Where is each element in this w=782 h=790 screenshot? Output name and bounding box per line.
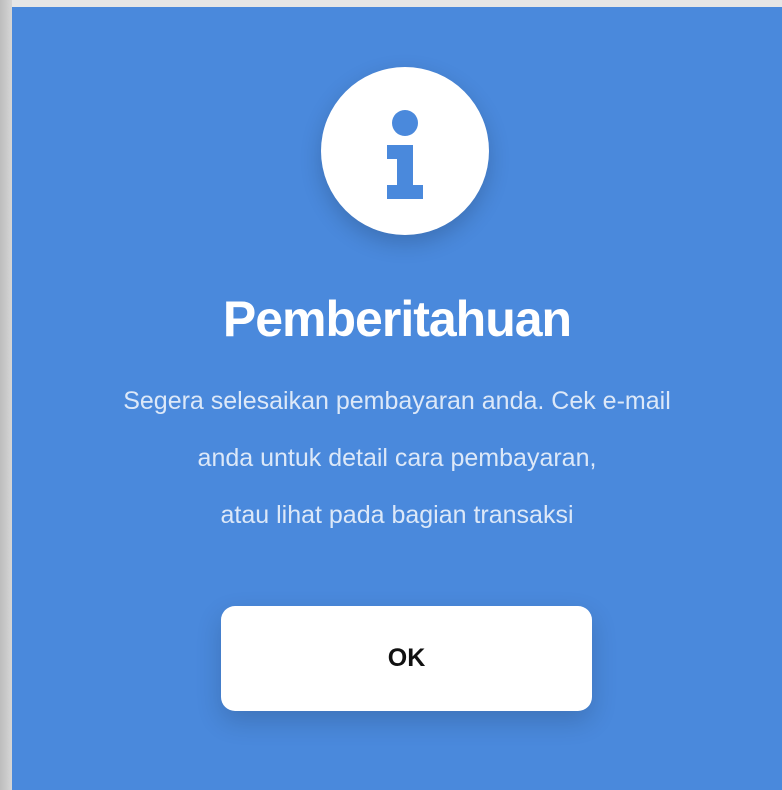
message-line: Segera selesaikan pembayaran anda. Cek e… [123, 387, 671, 415]
message-line: atau lihat pada bagian transaksi [220, 501, 574, 529]
info-icon-glyph [387, 110, 423, 199]
dialog-title: Pemberitahuan [222, 291, 572, 347]
ok-button-label: OK [387, 644, 426, 672]
message-line: anda untuk detail cara pembayaran, [197, 444, 597, 472]
frame-left-edge [0, 0, 12, 790]
ok-button[interactable]: OK [221, 606, 592, 711]
window-frame: Pemberitahuan Segera selesaikan pembayar… [0, 0, 782, 790]
frame-top-edge [0, 0, 782, 7]
dialog-message: Segera selesaikan pembayaran anda. Cek e… [12, 373, 782, 544]
info-icon [321, 67, 489, 235]
notification-dialog: Pemberitahuan Segera selesaikan pembayar… [12, 7, 782, 790]
